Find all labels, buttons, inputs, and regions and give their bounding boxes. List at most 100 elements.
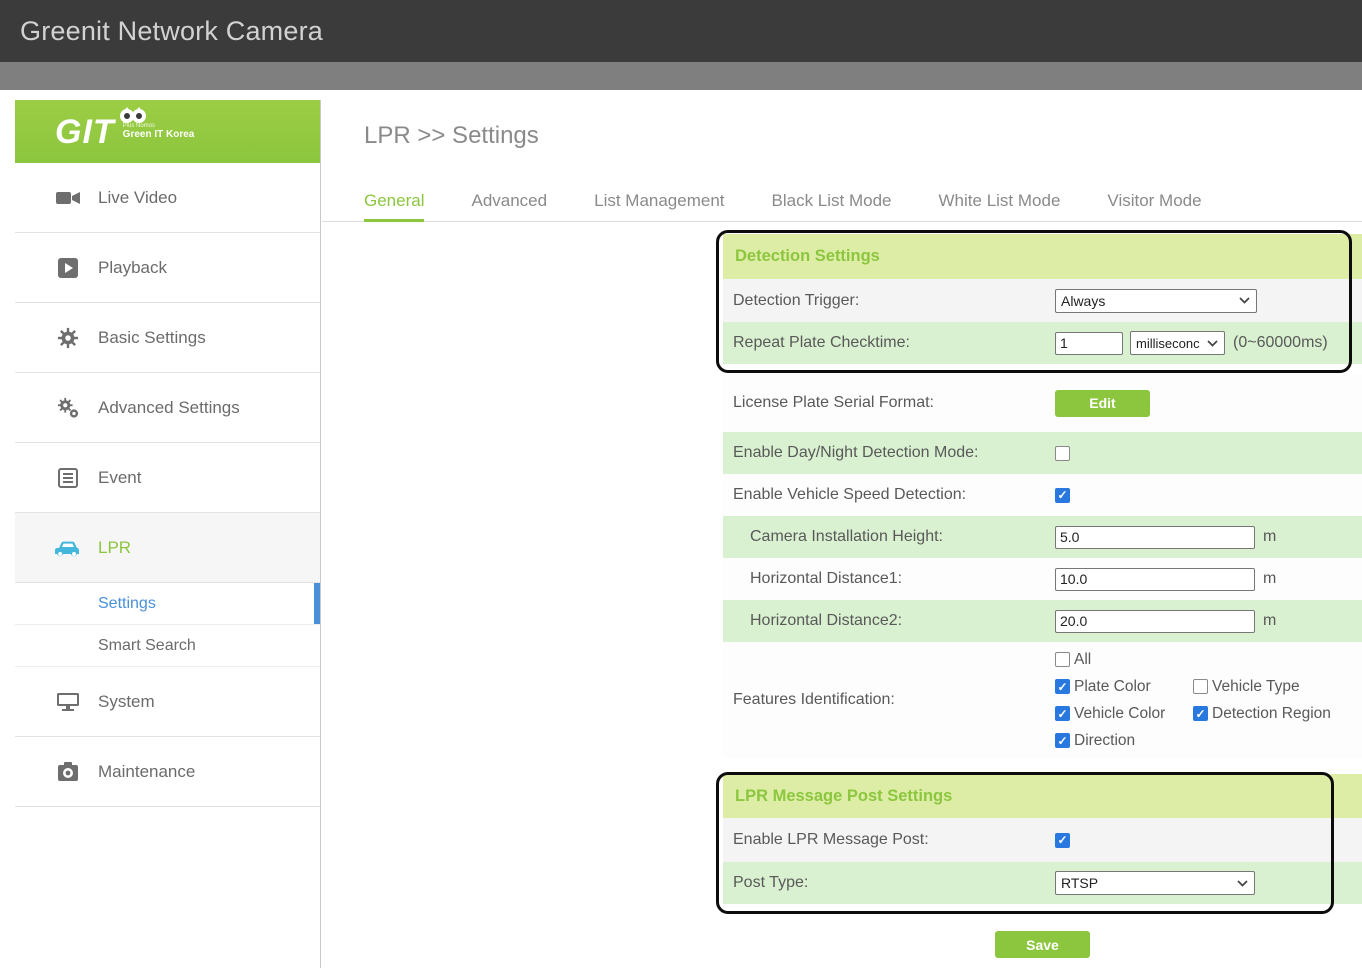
option-label: Direction — [1074, 732, 1135, 750]
horizontal-distance2-input[interactable] — [1055, 610, 1255, 633]
unit-label: m — [1263, 612, 1276, 630]
feature-option-direction[interactable]: Direction — [1055, 732, 1193, 750]
event-icon — [55, 466, 81, 490]
range-hint: (0~60000ms) — [1233, 334, 1328, 352]
row-vehicle-speed-detection: Enable Vehicle Speed Detection: — [723, 474, 1362, 516]
feature-option-detection-region[interactable]: Detection Region — [1193, 705, 1331, 723]
detection-trigger-select[interactable]: Always — [1055, 289, 1257, 313]
vehicle-color-checkbox[interactable] — [1055, 706, 1070, 721]
post-type-select[interactable]: RTSP — [1055, 871, 1255, 895]
save-button[interactable]: Save — [995, 931, 1090, 958]
sidebar-item-live-video[interactable]: Live Video — [15, 163, 320, 233]
sidebar-item-event[interactable]: Event — [15, 443, 320, 513]
row-detection-trigger: Detection Trigger: Always — [723, 279, 1362, 322]
option-label: Vehicle Color — [1074, 705, 1165, 723]
lpr-message-post-checkbox[interactable] — [1055, 833, 1070, 848]
sidebar-item-playback[interactable]: Playback — [15, 233, 320, 303]
sidebar-item-advanced-settings[interactable]: Advanced Settings — [15, 373, 320, 443]
field-label: Camera Installation Height: — [723, 528, 1055, 546]
play-icon — [55, 256, 81, 280]
tab-general[interactable]: General — [364, 180, 424, 221]
field-label: Features Identification: — [723, 691, 1055, 709]
field-label: Post Type: — [723, 874, 1055, 892]
row-horizontal-distance2: Horizontal Distance2: m — [723, 600, 1362, 642]
sidebar-subitem-label: Smart Search — [98, 637, 196, 655]
maintenance-icon — [55, 760, 81, 784]
sidebar-item-lpr[interactable]: LPR — [15, 513, 320, 583]
row-features-identification: Features Identification: All Plate Color — [723, 642, 1362, 758]
unit-label: m — [1263, 528, 1276, 546]
horizontal-distance1-input[interactable] — [1055, 568, 1255, 591]
tab-label: General — [364, 191, 424, 211]
spacer — [1193, 651, 1331, 669]
row-camera-installation-height: Camera Installation Height: m — [723, 516, 1362, 558]
field-label: Enable Vehicle Speed Detection: — [723, 486, 1055, 504]
option-label: All — [1074, 651, 1091, 669]
field-label: Detection Trigger: — [723, 292, 1055, 310]
chevron-down-icon — [1207, 340, 1218, 347]
feature-option-plate-color[interactable]: Plate Color — [1055, 678, 1193, 696]
all-checkbox[interactable] — [1055, 652, 1070, 667]
sidebar-item-label: System — [98, 692, 155, 712]
field-label: License Plate Serial Format: — [723, 394, 1055, 412]
row-enable-lpr-message-post: Enable LPR Message Post: — [723, 818, 1362, 862]
option-label: Detection Region — [1212, 705, 1331, 723]
monitor-icon — [55, 690, 81, 714]
repeat-checktime-input[interactable] — [1055, 332, 1123, 355]
row-post-type: Post Type: RTSP — [723, 862, 1362, 904]
option-label: Vehicle Type — [1212, 678, 1300, 696]
vehicle-type-checkbox[interactable] — [1193, 679, 1208, 694]
sidebar-item-label: Advanced Settings — [98, 398, 240, 418]
tab-white-list-mode[interactable]: White List Mode — [939, 180, 1061, 221]
section-header-detection: Detection Settings — [723, 234, 1362, 279]
tab-visitor-mode[interactable]: Visitor Mode — [1107, 180, 1201, 221]
main-content: LPR >> Settings General Advanced List Ma… — [322, 100, 1362, 968]
installation-height-input[interactable] — [1055, 526, 1255, 549]
sidebar-item-label: Basic Settings — [98, 328, 206, 348]
day-night-checkbox[interactable] — [1055, 446, 1070, 461]
tab-label: Visitor Mode — [1107, 191, 1201, 211]
row-license-plate-serial-format: License Plate Serial Format: Edit — [723, 374, 1362, 432]
sidebar-item-basic-settings[interactable]: Basic Settings — [15, 303, 320, 373]
tab-black-list-mode[interactable]: Black List Mode — [772, 180, 892, 221]
breadcrumb: LPR >> Settings — [322, 100, 1362, 150]
active-indicator — [314, 583, 320, 624]
field-label: Enable Day/Night Detection Mode: — [723, 444, 1055, 462]
tab-label: Advanced — [471, 191, 547, 211]
sidebar-subitem-label: Settings — [98, 595, 156, 613]
field-label: Horizontal Distance2: — [723, 612, 1055, 630]
sub-titlebar — [0, 62, 1362, 90]
app-window: Greenit Network Camera GIT Plus Nomos Gr… — [0, 0, 1362, 968]
field-label: Repeat Plate Checktime: — [723, 334, 1055, 352]
feature-option-vehicle-color[interactable]: Vehicle Color — [1055, 705, 1193, 723]
plate-color-checkbox[interactable] — [1055, 679, 1070, 694]
tab-list-management[interactable]: List Management — [594, 180, 724, 221]
option-label: Plate Color — [1074, 678, 1151, 696]
row-repeat-plate-checktime: Repeat Plate Checktime: milliseconc (0~6… — [723, 322, 1362, 364]
checktime-unit-select[interactable]: milliseconc — [1130, 331, 1225, 355]
detection-region-checkbox[interactable] — [1193, 706, 1208, 721]
car-icon — [55, 536, 81, 560]
tab-bar: General Advanced List Management Black L… — [322, 180, 1362, 222]
gear-icon — [55, 326, 81, 350]
sidebar-item-maintenance[interactable]: Maintenance — [15, 737, 320, 807]
direction-checkbox[interactable] — [1055, 733, 1070, 748]
sidebar-subitem-settings[interactable]: Settings — [15, 583, 320, 625]
sidebar-item-label: Playback — [98, 258, 167, 278]
feature-option-vehicle-type[interactable]: Vehicle Type — [1193, 678, 1331, 696]
sidebar-item-label: LPR — [98, 538, 131, 558]
select-value: milliseconc — [1136, 336, 1200, 351]
sidebar-subitem-smart-search[interactable]: Smart Search — [15, 625, 320, 667]
select-value: RTSP — [1061, 875, 1098, 891]
feature-option-all[interactable]: All — [1055, 651, 1193, 669]
section-header-lpr-message-post: LPR Message Post Settings — [723, 774, 1362, 818]
field-label: Enable LPR Message Post: — [723, 831, 1055, 849]
edit-button[interactable]: Edit — [1055, 390, 1150, 417]
chevron-down-icon — [1239, 297, 1250, 304]
vehicle-speed-checkbox[interactable] — [1055, 488, 1070, 503]
sidebar-item-system[interactable]: System — [15, 667, 320, 737]
video-camera-icon — [55, 186, 81, 210]
tab-advanced[interactable]: Advanced — [471, 180, 547, 221]
sidebar-item-label: Event — [98, 468, 141, 488]
sidebar: GIT Plus Nomos Green IT Korea Live Video — [15, 100, 321, 968]
